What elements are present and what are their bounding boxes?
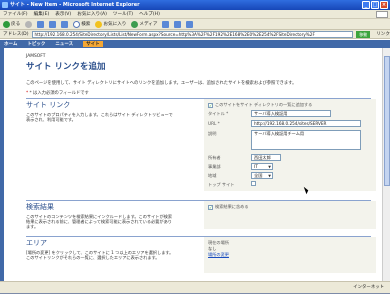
owner-input[interactable]: 西田太郎	[251, 154, 281, 161]
required-note-text: * は入力必須のフィールドです	[29, 91, 89, 96]
region-select[interactable]: 全国	[251, 172, 273, 179]
include-search-label: 検索結果に含める	[215, 204, 249, 209]
nav-sites[interactable]: サイト	[83, 41, 103, 47]
search-icon	[73, 20, 81, 28]
ie-icon	[2, 2, 8, 8]
media-icon	[131, 20, 139, 28]
site-nav: ホーム トピック ニュース サイト	[0, 40, 390, 48]
division-label: 事業部	[208, 164, 221, 169]
site-link-form: このサイトをサイト ディレクトリの一覧に追加する タイトル * サーバ導入検証用…	[204, 99, 376, 191]
menu-file[interactable]: ファイル(F)	[3, 10, 28, 18]
top-site-checkbox[interactable]	[251, 181, 256, 186]
nav-home[interactable]: ホーム	[4, 41, 17, 47]
site-link-section: サイト リンク このサイトのプロパティを入力します。これらはサイト ディレクトリ…	[26, 98, 376, 193]
nav-news[interactable]: ニュース	[55, 41, 73, 47]
required-note: * * は入力必須のフィールドです	[26, 91, 89, 96]
close-button[interactable]: ×	[380, 1, 388, 9]
links-label[interactable]: リンク	[376, 31, 390, 37]
area-section: エリア [場所の変更] をクリックして、このサイトに 1 つ以上のエリアを選択し…	[26, 236, 376, 276]
menu-help[interactable]: ヘルプ(H)	[139, 10, 160, 18]
go-button[interactable]: 移動	[356, 30, 371, 38]
refresh-icon[interactable]	[49, 20, 57, 28]
menu-bar: ファイル(F) 編集(E) 表示(V) お気に入り(A) ツール(T) ヘルプ(…	[0, 10, 390, 19]
change-location-link-wrap: 場所の変更	[208, 252, 229, 258]
security-zone: インターネット	[353, 285, 384, 290]
search-section: 検索結果 このサイトのコンテンツを検索結果にインクルードします。このサイトが検索…	[26, 200, 376, 230]
mail-icon[interactable]	[174, 20, 182, 28]
include-search-row: 検索結果に含める	[208, 204, 249, 210]
top-site-label: トップ サイト	[208, 182, 235, 187]
home-icon[interactable]	[61, 20, 69, 28]
owner-label: 所有者	[208, 155, 221, 160]
change-location-link[interactable]: 場所の変更	[208, 252, 229, 257]
search-desc: このサイトのコンテンツを検索結果にインクルードします。このサイトが検索結果に表示…	[26, 214, 173, 229]
window-controls: _ □ ×	[362, 1, 388, 9]
toolbar: 戻る 検索 お気に入り メディア	[0, 19, 390, 30]
media-label: メディア	[139, 22, 158, 27]
url-input[interactable]: http://192.168.0.254/sites/SERVER	[251, 120, 361, 127]
region-label: 地域	[208, 173, 217, 178]
add-to-directory-label: このサイトをサイト ディレクトリの一覧に追加する	[215, 102, 313, 107]
media-button[interactable]: メディア	[131, 20, 158, 28]
star-icon	[95, 20, 103, 28]
scrollbar-thumb[interactable]	[384, 56, 390, 186]
url-label: URL *	[208, 121, 220, 126]
nav-topics[interactable]: トピック	[27, 41, 45, 47]
description-textarea[interactable]: サーバ導入検証用チーム用	[251, 130, 361, 150]
maximize-button[interactable]: □	[371, 1, 379, 9]
back-label: 戻る	[11, 22, 21, 27]
page-description: このページを使用して、サイト ディレクトリにサイトへのリンクを追加します。ユーザ…	[26, 81, 297, 86]
status-bar: インターネット	[0, 281, 390, 293]
search-button[interactable]: 検索	[73, 20, 91, 28]
area-form: 現在の場所 なし 場所の変更	[204, 237, 376, 273]
add-to-directory-checkbox[interactable]	[208, 102, 213, 108]
menu-tools[interactable]: ツール(T)	[113, 10, 133, 18]
address-input[interactable]: http://192.168.0.254/SiteDirectory/Lists…	[31, 30, 354, 38]
menu-favorites[interactable]: お気に入り(A)	[77, 10, 107, 18]
favorites-label: お気に入り	[103, 22, 127, 27]
favorites-button[interactable]: お気に入り	[95, 20, 127, 28]
print-icon[interactable]	[186, 20, 194, 28]
menu-view[interactable]: 表示(V)	[55, 10, 71, 18]
page-subtitle: JAMSOFT	[26, 54, 46, 59]
division-select[interactable]: IT	[251, 163, 273, 170]
site-link-desc: このサイトのプロパティを入力します。これらはサイト ディレクトリビューで表示され…	[26, 112, 173, 122]
search-label: 検索	[81, 22, 91, 27]
title-label: タイトル *	[208, 111, 229, 116]
window-title: サイト - New Item - Microsoft Internet Expl…	[10, 2, 140, 8]
page-content: JAMSOFT サイト リンクを追加 このページを使用して、サイト ディレクトリ…	[0, 48, 390, 281]
address-bar: アドレス(D) http://192.168.0.254/SiteDirecto…	[0, 30, 390, 39]
menu-edit[interactable]: 編集(E)	[34, 10, 50, 18]
vertical-scrollbar[interactable]	[382, 48, 390, 281]
address-label: アドレス(D)	[3, 32, 29, 37]
add-to-directory-row: このサイトをサイト ディレクトリの一覧に追加する	[208, 102, 312, 108]
area-desc: [場所の変更] をクリックして、このサイトに 1 つ以上のエリアを選択します。こ…	[26, 250, 174, 260]
forward-arrow-icon[interactable]	[25, 20, 33, 28]
windows-logo-icon	[376, 11, 388, 18]
back-arrow-icon	[3, 20, 10, 28]
page-header: JAMSOFT サイト リンクを追加	[26, 54, 105, 72]
back-button[interactable]: 戻る	[3, 20, 21, 28]
page-title: サイト リンクを追加	[26, 62, 106, 72]
browser-window: サイト - New Item - Microsoft Internet Expl…	[0, 0, 390, 293]
minimize-button[interactable]: _	[362, 1, 370, 9]
search-form: 検索結果に含める	[204, 201, 376, 229]
title-input[interactable]: サーバ導入検証用	[251, 110, 331, 117]
stop-icon[interactable]	[37, 20, 45, 28]
include-search-checkbox[interactable]	[208, 204, 213, 210]
description-label: 説明	[208, 131, 217, 136]
title-bar: サイト - New Item - Microsoft Internet Expl…	[0, 0, 390, 10]
history-icon[interactable]	[162, 20, 170, 28]
